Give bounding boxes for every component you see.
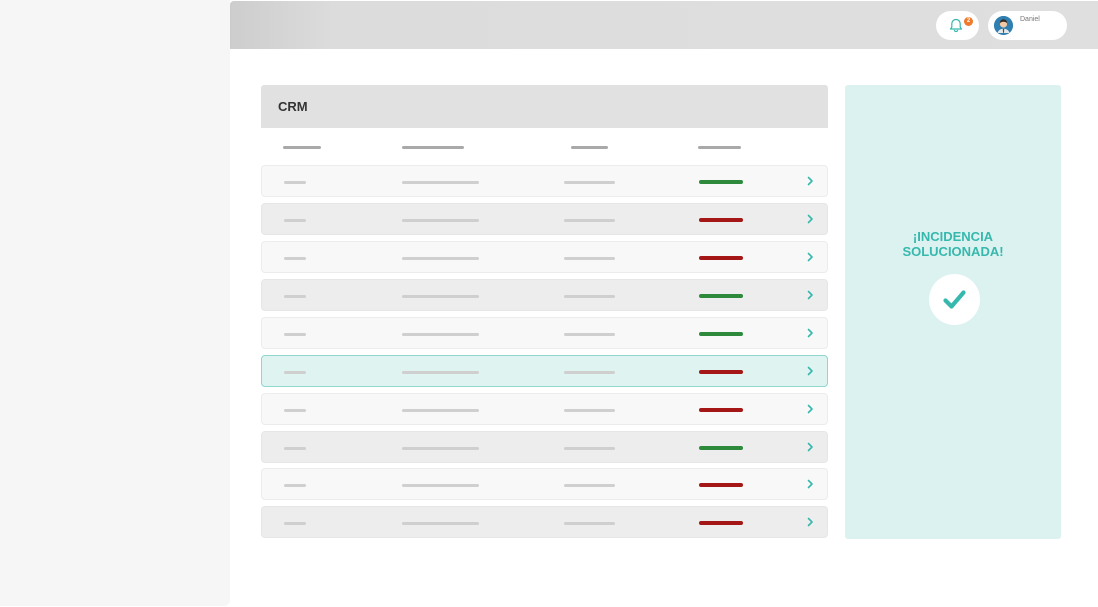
cell-2 [402, 257, 479, 260]
cell-3 [564, 257, 615, 260]
cell-2 [402, 371, 479, 374]
cell-1 [284, 181, 306, 184]
chevron-right-icon[interactable] [804, 175, 816, 187]
column-header-4 [698, 146, 741, 149]
table-row[interactable] [261, 506, 828, 538]
chevron-right-icon[interactable] [804, 478, 816, 490]
cell-3 [564, 371, 615, 374]
table-row[interactable] [261, 355, 828, 387]
check-icon [943, 290, 966, 309]
table-row[interactable] [261, 317, 828, 349]
cell-3 [564, 409, 615, 412]
cell-1 [284, 333, 306, 336]
chevron-right-icon[interactable] [804, 403, 816, 415]
cell-2 [402, 447, 479, 450]
column-header-1 [283, 146, 321, 149]
cell-1 [284, 409, 306, 412]
top-bar: 2 Daniel [230, 1, 1098, 49]
incident-panel: ¡INCIDENCIA SOLUCIONADA! [845, 85, 1061, 539]
cell-1 [284, 257, 306, 260]
incident-line-2: SOLUCIONADA! [902, 244, 1004, 259]
cell-3 [564, 333, 615, 336]
crm-panel: CRM [261, 85, 828, 540]
cell-2 [402, 409, 479, 412]
incident-message: ¡INCIDENCIA SOLUCIONADA! [845, 229, 1061, 259]
chevron-right-icon[interactable] [804, 289, 816, 301]
check-circle [929, 274, 980, 325]
notification-badge: 2 [964, 17, 973, 26]
cell-1 [284, 219, 306, 222]
cell-1 [284, 447, 306, 450]
table-row[interactable] [261, 165, 828, 197]
table-row[interactable] [261, 468, 828, 500]
cell-1 [284, 522, 306, 525]
chevron-right-icon[interactable] [804, 441, 816, 453]
table-row[interactable] [261, 203, 828, 235]
column-header-2 [402, 146, 464, 149]
cell-1 [284, 484, 306, 487]
status-indicator [699, 294, 743, 298]
status-indicator [699, 483, 743, 487]
status-indicator [699, 256, 743, 260]
table-row[interactable] [261, 279, 828, 311]
cell-3 [564, 484, 615, 487]
cell-2 [402, 522, 479, 525]
status-indicator [699, 446, 743, 450]
column-header-3 [571, 146, 608, 149]
table-row[interactable] [261, 431, 828, 463]
status-indicator [699, 332, 743, 336]
cell-2 [402, 295, 479, 298]
cell-1 [284, 295, 306, 298]
user-menu-button[interactable]: Daniel [988, 11, 1067, 40]
table-row[interactable] [261, 393, 828, 425]
cell-2 [402, 333, 479, 336]
status-indicator [699, 408, 743, 412]
user-name: Daniel [1020, 16, 1040, 23]
bell-icon [949, 18, 963, 33]
sidebar [0, 0, 230, 606]
app: 2 Daniel CRM ¡INCIDENCIA SOLUCIONADA! [0, 0, 1098, 607]
cell-1 [284, 371, 306, 374]
crm-title: CRM [278, 99, 308, 114]
avatar [994, 16, 1013, 35]
chevron-right-icon[interactable] [804, 327, 816, 339]
incident-line-1: ¡INCIDENCIA [912, 229, 994, 244]
status-indicator [699, 180, 743, 184]
chevron-right-icon[interactable] [804, 251, 816, 263]
chevron-right-icon[interactable] [804, 365, 816, 377]
cell-3 [564, 295, 615, 298]
cell-2 [402, 181, 479, 184]
status-indicator [699, 521, 743, 525]
cell-2 [402, 484, 479, 487]
cell-3 [564, 447, 615, 450]
crm-header: CRM [261, 85, 828, 128]
status-indicator [699, 370, 743, 374]
cell-3 [564, 522, 615, 525]
notifications-button[interactable]: 2 [936, 11, 979, 40]
cell-2 [402, 219, 479, 222]
table-row[interactable] [261, 241, 828, 273]
cell-3 [564, 181, 615, 184]
chevron-right-icon[interactable] [804, 213, 816, 225]
chevron-right-icon[interactable] [804, 516, 816, 528]
status-indicator [699, 218, 743, 222]
cell-3 [564, 219, 615, 222]
